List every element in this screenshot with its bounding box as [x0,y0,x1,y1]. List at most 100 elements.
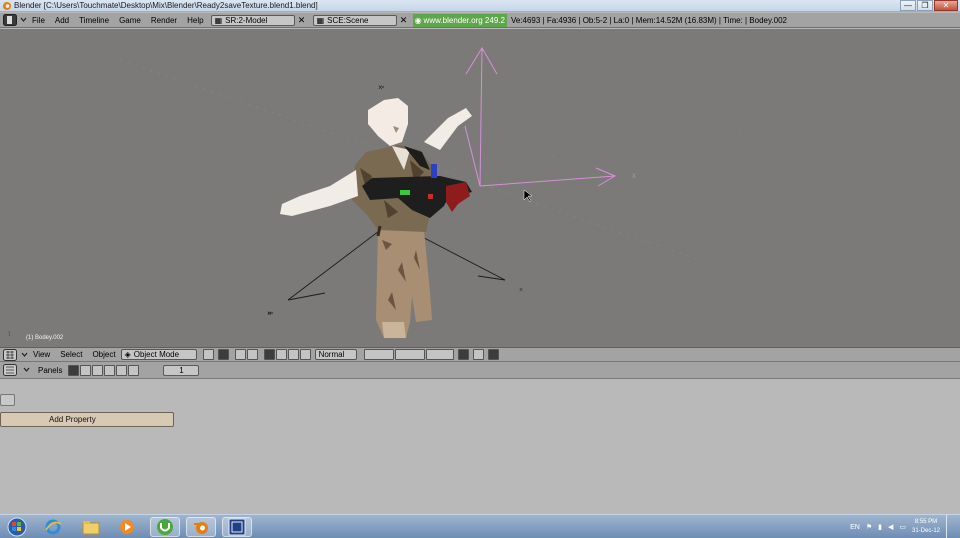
logic-context-button[interactable] [68,364,80,376]
pivot-button[interactable] [217,349,229,360]
render-button[interactable] [487,349,499,360]
scene-stats: Ve:4693 | Fa:4936 | Ob:5-2 | La:0 | Mem:… [510,15,787,25]
start-button[interactable] [2,517,32,537]
sphere-manipulator-button[interactable] [299,349,311,360]
menu-file[interactable]: File [32,16,45,25]
frame-field[interactable]: 1 [163,364,200,376]
scale-manipulator-button[interactable] [287,349,299,360]
editing-context-button[interactable] [116,364,128,376]
media-player-icon [120,520,134,534]
menu-object[interactable]: Object [92,350,115,359]
taskbar-file-explorer[interactable] [76,517,106,537]
mode-selector[interactable]: ◈ Object Mode [120,349,197,360]
buttons-window: Panels 1 Add Property [0,362,960,514]
delete-scene-button[interactable]: ✕ [399,15,409,26]
3d-view-header: View Select Object ◈ Object Mode Normal [0,347,960,362]
layer-buttons[interactable] [363,349,454,360]
shading-context-button[interactable] [92,364,104,376]
scene-name: SCE:Scene [327,15,369,25]
empty-marker: × [519,287,523,294]
battery-icon[interactable]: ▭ [899,523,906,531]
clock[interactable]: 8:55 PM 31-Dec-12 [912,518,940,536]
taskbar-media-player[interactable] [112,517,142,537]
mode-name: Object Mode [133,350,180,359]
flag-icon[interactable]: ⚑ [866,523,872,531]
layer-group-2[interactable] [394,349,425,360]
window-type-icon[interactable] [3,14,17,26]
show-desktop-button[interactable] [946,515,954,538]
layer-group-1[interactable] [363,349,394,360]
object-axes [464,47,617,187]
info-header: File Add Timeline Game Render Help ▦ SR:… [0,13,960,28]
taskbar-utorrent[interactable] [150,517,180,537]
menu-view[interactable]: View [33,350,50,359]
mouse-cursor-icon [523,189,533,203]
taskbar-blender[interactable] [186,517,216,537]
3d-viewport[interactable]: × × × x ı (1) Bodey.002 [0,29,960,347]
orientation-name: Normal [318,350,345,359]
object-context-button[interactable] [104,364,116,376]
active-object-label: (1) Bodey.002 [26,335,64,341]
language-indicator[interactable]: EN [850,524,860,531]
minimize-button[interactable]: — [900,0,916,11]
view-axis-gizmo: ı [8,328,11,338]
viewport-canvas[interactable]: × × × x ı [0,29,960,347]
taskbar-blender-window[interactable] [222,517,252,537]
blender-window-icon [228,518,246,536]
blender-app-icon [3,2,11,10]
empty-marker: × [267,309,272,318]
chevron-down-icon[interactable] [21,350,28,360]
taskbar-internet-explorer[interactable] [38,517,68,537]
website-text: www.blender.org 249.2 [423,15,505,25]
blender-website-link[interactable]: ◉ www.blender.org 249.2 [412,13,507,27]
menu-timeline[interactable]: Timeline [79,16,109,25]
logic-toggle-button[interactable] [0,394,15,406]
layer-lock-button[interactable] [234,349,246,360]
blender-icon [194,522,208,534]
menu-select[interactable]: Select [60,350,82,359]
windows-taskbar: EN ⚑ ▮ ◀ ▭ 8:55 PM 31-Dec-12 [0,514,960,538]
menu-help[interactable]: Help [187,16,203,25]
network-icon[interactable]: ▮ [878,523,882,531]
script-context-button[interactable] [80,364,92,376]
window-title: Blender [C:\Users\Touchmate\Desktop\Mix\… [14,1,318,10]
scene-context-button[interactable] [128,364,140,376]
object-mode-icon: ◈ [124,350,131,359]
scene-icon: ▦ [316,15,325,25]
manipulator-button[interactable] [246,349,258,360]
rotate-manipulator-button[interactable] [275,349,287,360]
menu-render[interactable]: Render [151,16,177,25]
orientation-selector[interactable]: Normal [314,349,357,360]
axis-label: x [632,171,636,180]
screen-selector[interactable]: ▦ SR:2-Model [210,14,295,26]
start-orb-icon [7,517,27,537]
panels-menu[interactable]: Panels [38,366,62,375]
system-tray: EN ⚑ ▮ ◀ ▭ 8:55 PM 31-Dec-12 [850,515,954,538]
translate-manipulator-button[interactable] [263,349,275,360]
delete-screen-button[interactable]: ✕ [297,15,307,26]
window-type-icon[interactable] [3,364,17,376]
maximize-button[interactable]: ❐ [917,0,933,11]
soldier-model [280,98,472,338]
render-preview-button[interactable] [472,349,484,360]
menu-add[interactable]: Add [55,16,69,25]
chevron-down-icon[interactable] [23,365,30,375]
lock-icon[interactable] [457,349,469,360]
volume-icon[interactable]: ◀ [888,523,893,531]
close-button[interactable]: ✕ [934,0,958,11]
window-type-icon[interactable] [3,348,17,361]
menu-game[interactable]: Game [119,16,141,25]
buttons-header: Panels 1 [0,362,960,379]
screen-name: SR:2-Model [225,15,268,25]
file-explorer-icon [82,521,100,535]
screen-icon: ▦ [214,15,223,25]
window-titlebar: Blender [C:\Users\Touchmate\Desktop\Mix\… [0,0,960,12]
chevron-down-icon[interactable] [20,15,27,25]
layer-group-3[interactable] [425,349,454,360]
add-property-button[interactable]: Add Property [0,412,174,427]
blender-logo-icon: ◉ [414,15,422,25]
empty-marker: × [378,83,383,92]
draw-type-button[interactable] [202,349,214,360]
clock-time: 8:55 PM [914,519,938,525]
scene-selector[interactable]: ▦ SCE:Scene [312,14,397,26]
